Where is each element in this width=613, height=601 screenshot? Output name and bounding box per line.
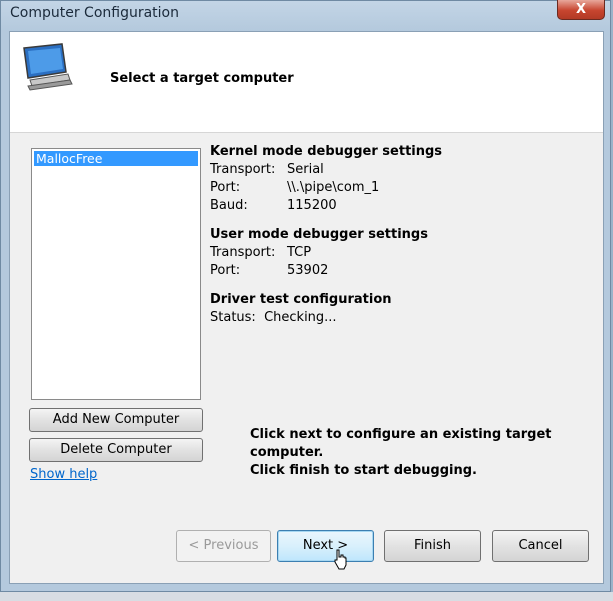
delete-computer-button[interactable]: Delete Computer: [29, 438, 203, 462]
driver-config-heading: Driver test configuration: [210, 292, 392, 307]
kernel-baud-row: Baud: 115200: [210, 197, 590, 215]
dialog-header: Select a target computer: [10, 32, 603, 133]
kernel-settings-heading: Kernel mode debugger settings: [210, 144, 443, 159]
kernel-transport-label: Transport:: [210, 162, 276, 177]
kernel-baud-value: 115200: [287, 198, 337, 213]
finish-button[interactable]: Finish: [384, 530, 481, 562]
user-port-row: Port: 53902: [210, 262, 590, 280]
instruction-finish: Click finish to start debugging.: [250, 463, 477, 478]
user-port-value: 53902: [287, 263, 329, 278]
user-transport-row: Transport: TCP: [210, 244, 590, 262]
user-settings-heading: User mode debugger settings: [210, 227, 428, 242]
kernel-baud-label: Baud:: [210, 198, 248, 213]
cancel-button[interactable]: Cancel: [492, 530, 589, 562]
background-strip: [0, 592, 613, 601]
close-button[interactable]: X: [557, 0, 605, 20]
show-help-link[interactable]: Show help: [30, 467, 97, 482]
page-title: Select a target computer: [110, 71, 294, 86]
instructions-text: Click next to configure an existing targ…: [250, 426, 570, 480]
driver-status-value: Checking...: [264, 310, 337, 325]
kernel-port-row: Port: \\.\pipe\com_1: [210, 179, 590, 197]
list-item[interactable]: MallocFree: [34, 151, 198, 166]
computer-configuration-window: Computer Configuration X Select a target…: [0, 0, 611, 592]
kernel-transport-row: Transport: Serial: [210, 161, 590, 179]
instruction-next: Click next to configure an existing targ…: [250, 427, 552, 460]
kernel-transport-value: Serial: [287, 162, 324, 177]
computer-list[interactable]: MallocFree: [31, 148, 201, 400]
add-new-computer-button[interactable]: Add New Computer: [29, 408, 203, 432]
monitor-icon: [23, 43, 73, 91]
next-button[interactable]: Next >: [277, 530, 374, 562]
user-transport-value: TCP: [287, 245, 312, 260]
mouse-cursor-icon: [334, 549, 347, 570]
user-transport-label: Transport:: [210, 245, 276, 260]
previous-button[interactable]: < Previous: [176, 530, 271, 562]
driver-status-label: Status:: [210, 310, 256, 325]
window-title: Computer Configuration: [10, 5, 179, 21]
driver-status-row: Status: Checking...: [210, 309, 590, 327]
user-port-label: Port:: [210, 263, 241, 278]
dialog-client-area: Select a target computer MallocFree Add …: [9, 31, 604, 584]
kernel-port-value: \\.\pipe\com_1: [287, 180, 380, 195]
kernel-port-label: Port:: [210, 180, 241, 195]
settings-panel: Kernel mode debugger settings Transport:…: [210, 143, 590, 327]
